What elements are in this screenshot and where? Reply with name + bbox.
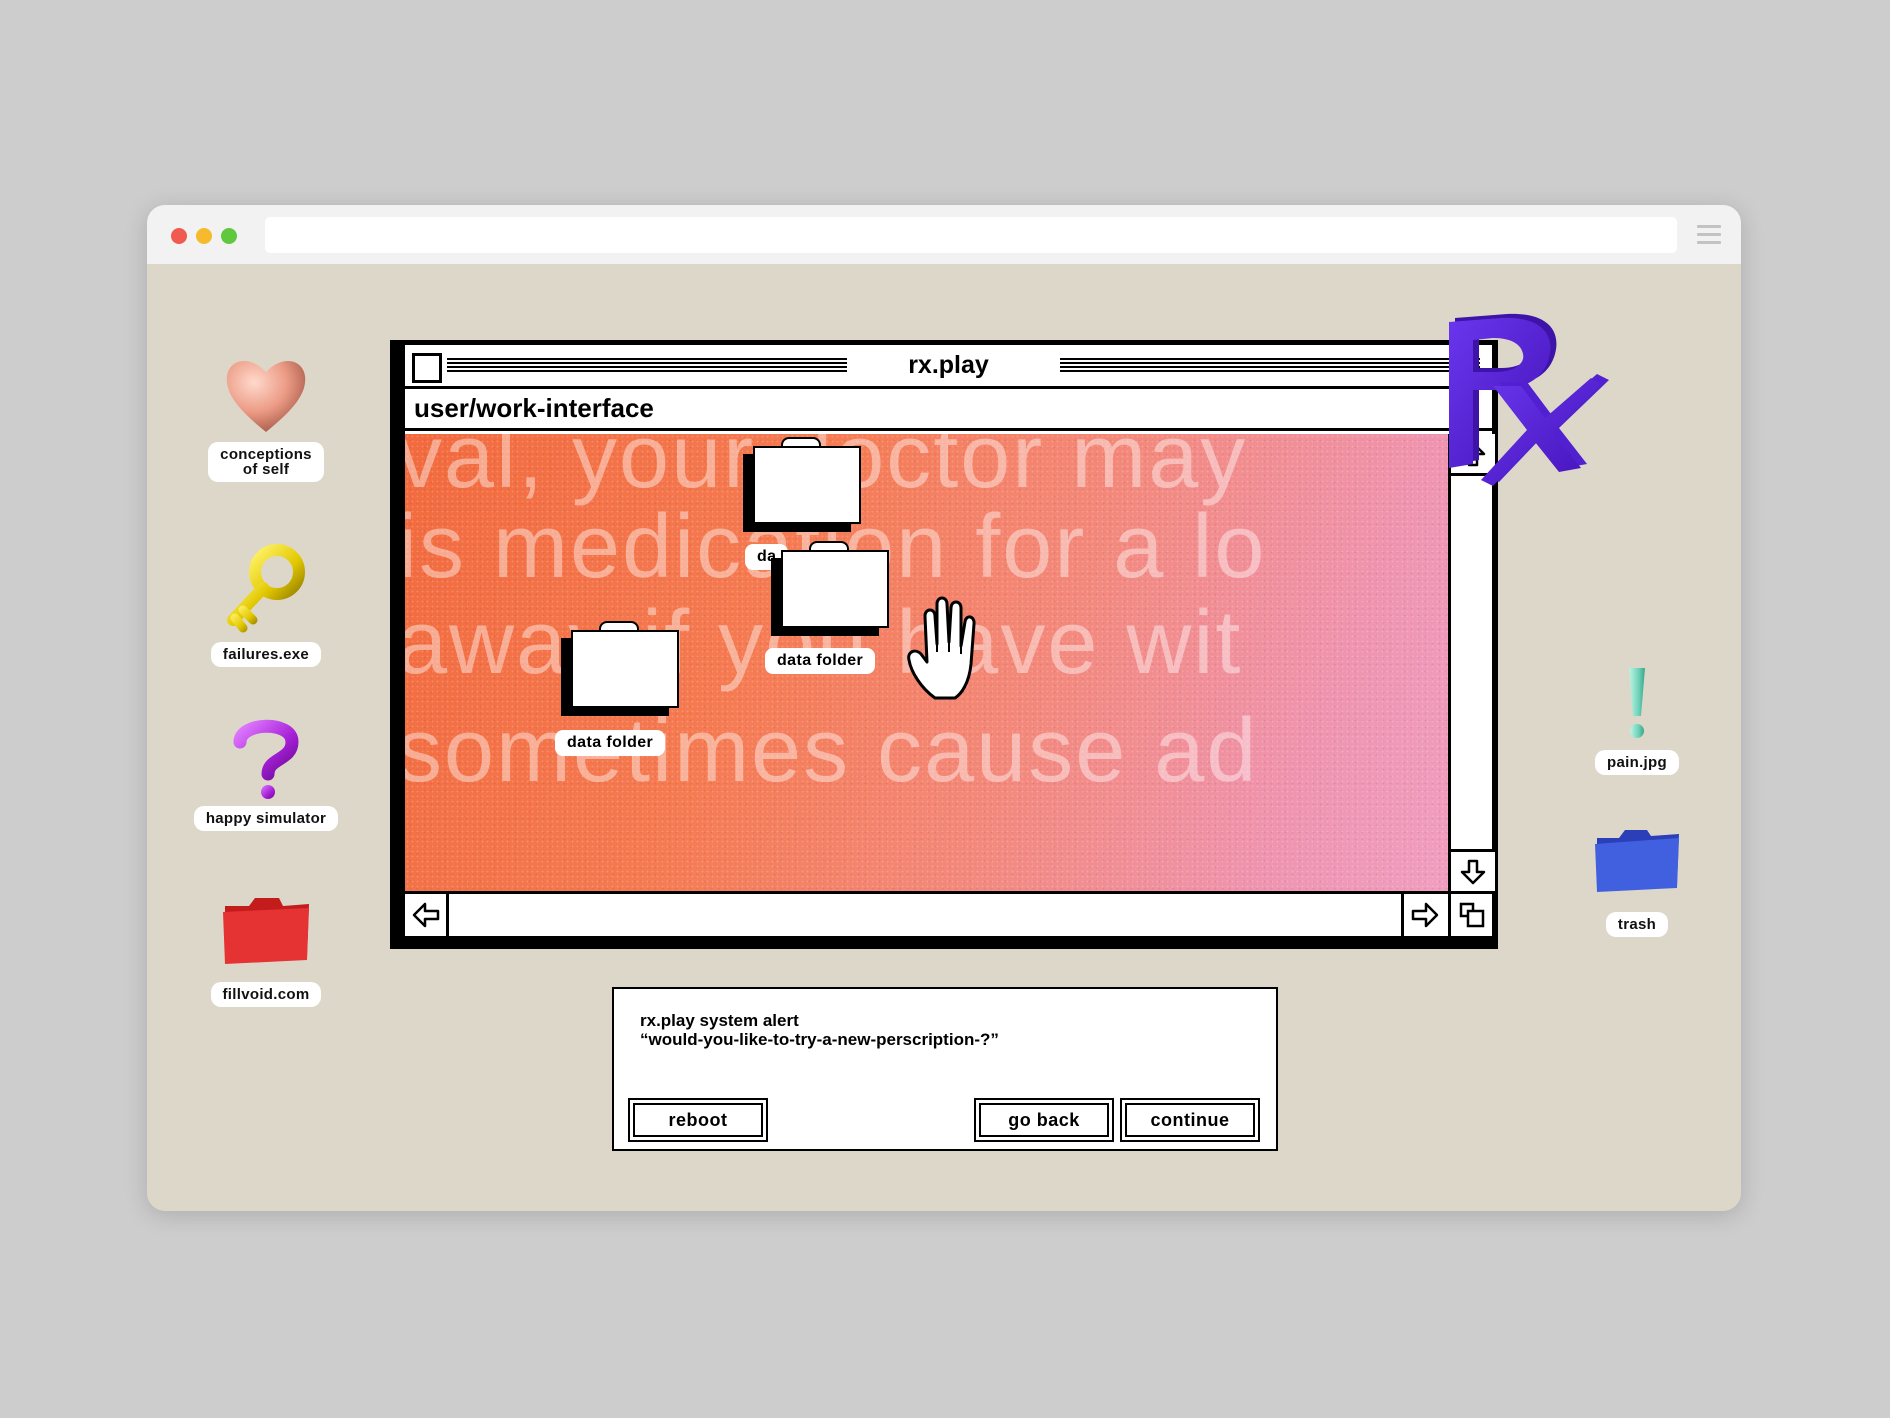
- hand-cursor-icon: [907, 596, 976, 700]
- horizontal-scrollbar[interactable]: [405, 891, 1492, 936]
- vertical-scrollbar[interactable]: [1448, 434, 1495, 891]
- heart-icon: [226, 360, 306, 432]
- desktop-icon-label: fillvoid.com: [210, 982, 322, 1007]
- system-alert-dialog: rx.play system alert “would-you-like-to-…: [612, 987, 1278, 1151]
- path-text: user/work-interface: [414, 393, 654, 423]
- maximize-window-button[interactable]: [221, 228, 237, 244]
- resize-icon: [1459, 902, 1484, 928]
- window-close-box[interactable]: [412, 353, 442, 383]
- desktop-icon-happy-simulator[interactable]: happy simulator: [179, 716, 353, 831]
- resize-handle[interactable]: [1448, 894, 1492, 936]
- window-title: rx.play: [884, 351, 1013, 379]
- scroll-right-button[interactable]: [1401, 894, 1445, 936]
- reboot-button[interactable]: reboot: [628, 1098, 768, 1142]
- arrow-down-icon: [1460, 859, 1486, 884]
- window-titlebar[interactable]: rx.play: [405, 345, 1492, 389]
- desktop-icon-label: of self: [242, 461, 290, 478]
- go-back-button[interactable]: go back: [974, 1098, 1114, 1142]
- continue-button[interactable]: continue: [1120, 1098, 1260, 1142]
- minimize-window-button[interactable]: [196, 228, 212, 244]
- blue-folder-icon: [1595, 830, 1679, 892]
- desktop-icon-pain-jpg[interactable]: pain.jpg: [1587, 664, 1687, 775]
- arrow-left-icon: [412, 902, 439, 928]
- key-icon: [227, 544, 305, 633]
- scroll-down-button[interactable]: [1451, 849, 1495, 891]
- folder-label: data folder: [555, 730, 666, 756]
- question-mark-icon: [233, 719, 299, 799]
- rx-play-window: rx.play user/work-interface val, your do…: [390, 340, 1498, 949]
- desktop-icon-label: happy simulator: [193, 806, 339, 831]
- desktop-icon-label: failures.exe: [210, 642, 322, 667]
- desktop-icon-conceptions-of-self[interactable]: conceptions of self: [199, 352, 333, 482]
- dialog-title: rx.play system alert: [640, 1011, 799, 1030]
- desktop-icon-label: pain.jpg: [1595, 750, 1679, 775]
- arrow-right-icon: [1411, 902, 1438, 928]
- desktop-icon-label: trash: [1605, 912, 1669, 937]
- scroll-left-button[interactable]: [405, 894, 449, 936]
- path-bar: user/work-interface: [405, 389, 1492, 431]
- rx-logo-icon: [1449, 313, 1609, 486]
- red-folder-icon: [223, 898, 309, 964]
- menu-icon[interactable]: [1697, 225, 1721, 249]
- desktop-icon-fillvoid-com[interactable]: fillvoid.com: [199, 894, 333, 1007]
- folder-label: data folder: [765, 648, 876, 674]
- background-text-line: sometimes cause ad: [405, 701, 1259, 801]
- desktop-icon-failures-exe[interactable]: failures.exe: [199, 542, 333, 667]
- window-content: val, your doctor may is medication for a…: [405, 434, 1448, 891]
- browser-window: conceptions of self failures.exe happy s…: [147, 205, 1741, 1211]
- exclamation-icon: [1629, 668, 1645, 738]
- desktop-icon-trash[interactable]: trash: [1587, 824, 1687, 937]
- close-window-button[interactable]: [171, 228, 187, 244]
- browser-toolbar: [147, 205, 1741, 264]
- address-bar[interactable]: [265, 217, 1677, 253]
- dialog-message: “would-you-like-to-try-a-new-perscriptio…: [640, 1030, 999, 1049]
- desktop-icon-label: conceptions: [220, 446, 312, 463]
- desktop: conceptions of self failures.exe happy s…: [147, 264, 1741, 1211]
